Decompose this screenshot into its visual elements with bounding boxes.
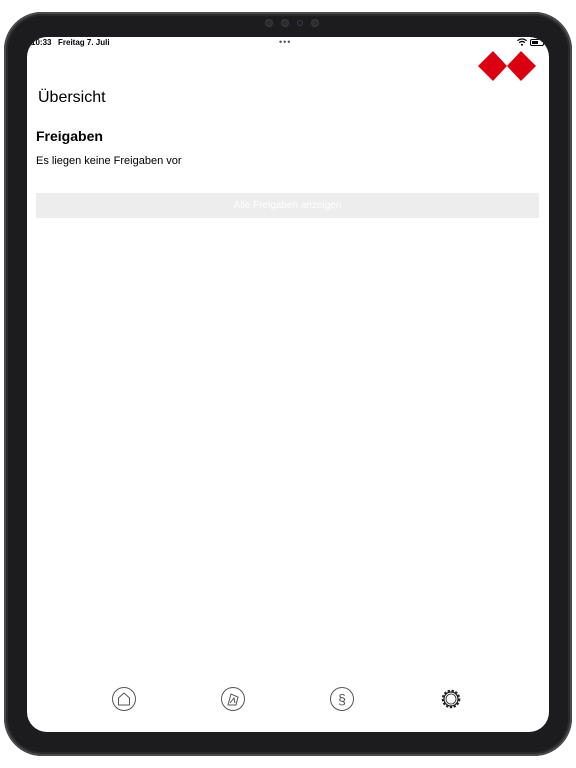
document-sign-icon (221, 687, 245, 711)
svg-text:§: § (338, 691, 346, 707)
battery-icon (530, 39, 546, 46)
approvals-empty-message: Es liegen keine Freigaben vor (36, 155, 182, 167)
tab-settings[interactable] (438, 686, 464, 712)
camera-lens (297, 20, 303, 26)
sensor-dot (281, 19, 289, 27)
sensor-dot (311, 19, 319, 27)
multitasking-dots[interactable]: ••• (279, 37, 291, 47)
sensor-dot (265, 19, 273, 27)
app-screen: 10:33 Freitag 7. Juli ••• Übersicht Frei… (27, 37, 549, 732)
status-date: Freitag 7. Juli (58, 38, 110, 47)
tab-home[interactable] (111, 686, 137, 712)
tab-legal[interactable]: § (329, 686, 355, 712)
show-all-approvals-button[interactable]: Alle Freigaben anzeigen (36, 193, 539, 218)
tab-bar: § (27, 682, 549, 716)
camera-area (248, 16, 336, 30)
gear-icon (441, 689, 461, 709)
tab-documents[interactable] (220, 686, 246, 712)
home-icon (112, 687, 136, 711)
bank-logo (478, 51, 536, 81)
page-title: Übersicht (38, 89, 106, 106)
approvals-heading: Freigaben (36, 128, 103, 144)
paragraph-icon: § (330, 687, 354, 711)
wifi-icon (517, 38, 527, 46)
status-time: 10:33 (31, 38, 52, 47)
status-bar: 10:33 Freitag 7. Juli ••• (27, 37, 549, 49)
